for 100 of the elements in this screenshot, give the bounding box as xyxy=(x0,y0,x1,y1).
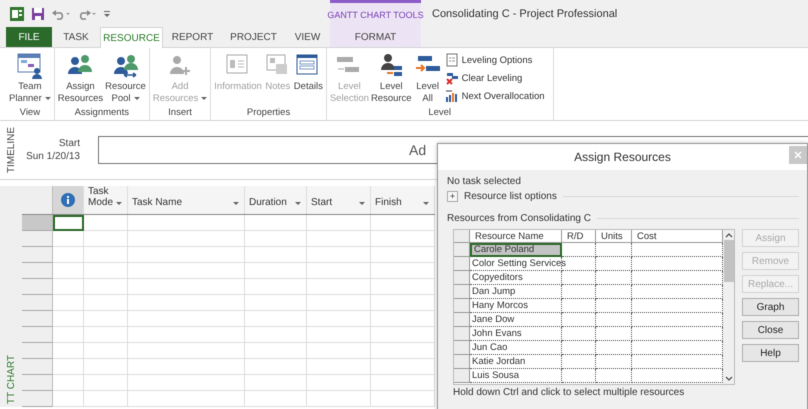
bars-cross-icon xyxy=(444,71,459,85)
row-selector[interactable] xyxy=(454,341,470,355)
ribbon-button[interactable]: Leveling Options xyxy=(444,52,545,68)
selected-cell[interactable] xyxy=(53,215,84,232)
document-icon xyxy=(444,53,459,67)
table-cell[interactable] xyxy=(596,327,632,341)
group-label: Level xyxy=(427,107,452,120)
ribbon-tab[interactable]: PROJECT xyxy=(222,27,285,47)
hint-text: Hold down Ctrl and click to select multiple resources xyxy=(453,387,686,398)
table-cell[interactable] xyxy=(596,271,632,285)
group-label: Properties xyxy=(246,107,292,120)
timeline-hint: Ad xyxy=(409,142,426,158)
ribbon-tab[interactable]: RESOURCE xyxy=(100,27,163,48)
window-title: Consolidating C - Project Professional xyxy=(432,8,618,20)
ribbon-tab[interactable]: FORMAT xyxy=(330,27,421,47)
status-text: No task selected xyxy=(447,175,522,188)
row-header[interactable] xyxy=(22,375,53,392)
row-selector[interactable] xyxy=(454,285,470,299)
table-cell[interactable] xyxy=(596,355,632,369)
table-cell[interactable]: Jane Dow xyxy=(470,313,562,327)
table-cell[interactable]: Hany Morcos xyxy=(470,299,562,313)
row-header[interactable] xyxy=(22,327,53,344)
table-cell[interactable]: Jun Cao xyxy=(470,341,562,355)
ribbon-button[interactable]: Next Overallocation xyxy=(444,88,545,104)
row-selector[interactable] xyxy=(454,257,470,271)
ribbon-tab[interactable]: VIEW xyxy=(285,27,330,47)
row-selector[interactable] xyxy=(454,327,470,341)
table-cell[interactable] xyxy=(562,243,596,257)
table-cell[interactable] xyxy=(562,355,596,369)
row-header[interactable] xyxy=(22,263,53,280)
column-header: R/D xyxy=(562,230,596,243)
timeline-label: TIMELINE xyxy=(6,126,16,174)
ribbon-button[interactable]: Assign Resources xyxy=(56,52,104,105)
undo-icon xyxy=(51,8,71,20)
group-label: Assignments xyxy=(74,107,130,120)
save-icon xyxy=(31,6,45,20)
info-icon xyxy=(61,193,75,208)
start-label: Start xyxy=(58,137,80,150)
column-header[interactable] xyxy=(53,186,84,214)
table-cell[interactable] xyxy=(562,327,596,341)
row-header[interactable] xyxy=(22,311,53,328)
table-cell[interactable]: John Evans xyxy=(470,327,562,341)
section-label[interactable]: Resource list options xyxy=(464,191,557,202)
table-cell[interactable] xyxy=(562,341,596,355)
table-cell[interactable] xyxy=(562,369,596,383)
start-date: Sun 1/20/13 xyxy=(26,150,80,163)
row-header[interactable] xyxy=(22,247,53,264)
row-selector[interactable] xyxy=(454,355,470,369)
scroll-up-icon xyxy=(724,232,732,238)
people-arrows-icon xyxy=(112,52,140,80)
table-cell[interactable] xyxy=(596,285,632,299)
section-label: Resources from Consolidating C xyxy=(447,213,591,224)
group-label: Insert xyxy=(167,107,193,120)
row-selector[interactable] xyxy=(454,313,470,327)
row-selector[interactable] xyxy=(454,299,470,313)
ribbon-button[interactable]: Clear Leveling xyxy=(444,70,545,86)
ribbon-button[interactable]: Level All xyxy=(412,52,443,105)
scroll-down-icon xyxy=(724,376,732,382)
table-cell[interactable]: Copyeditors xyxy=(470,271,562,285)
table-cell[interactable] xyxy=(596,257,632,271)
ribbon-button[interactable]: Details xyxy=(292,52,324,93)
table-cell[interactable]: Dan Jump xyxy=(470,285,562,299)
row-header[interactable] xyxy=(22,391,53,407)
row-selector[interactable] xyxy=(454,243,470,257)
ribbon-button[interactable]: Level Resource xyxy=(370,52,413,105)
table-cell[interactable] xyxy=(562,285,596,299)
table-cell[interactable] xyxy=(562,271,596,285)
expand-button[interactable]: + xyxy=(447,191,458,202)
ribbon-button[interactable]: Resource Pool xyxy=(104,52,147,105)
table-cell[interactable] xyxy=(562,313,596,327)
table-cell[interactable]: Katie Jordan xyxy=(470,355,562,369)
scrollbar-thumb[interactable] xyxy=(724,240,734,282)
ribbon-tab[interactable]: TASK xyxy=(52,27,100,47)
row-header[interactable] xyxy=(22,295,53,312)
row-selector[interactable] xyxy=(454,369,470,383)
dialog-title: Assign Resources xyxy=(574,150,671,164)
table-cell[interactable] xyxy=(596,243,632,257)
view-label: TT CHART xyxy=(6,354,16,404)
table-cell[interactable] xyxy=(596,341,632,355)
file-tab[interactable]: FILE xyxy=(6,27,52,47)
dialog-button[interactable]: Graph xyxy=(742,298,799,316)
table-cell[interactable] xyxy=(562,299,596,313)
dialog-button[interactable]: Help xyxy=(742,344,799,362)
ribbon-tab[interactable]: REPORT xyxy=(163,27,222,47)
row-header[interactable] xyxy=(22,343,53,360)
table-cell[interactable]: Carole Poland xyxy=(470,243,562,257)
table-cell[interactable]: Luis Sousa xyxy=(470,369,562,383)
ribbon-button[interactable]: Team Planner xyxy=(8,52,52,105)
dialog-button[interactable]: Close xyxy=(742,321,799,339)
group-label: View xyxy=(18,107,42,120)
table-cell[interactable] xyxy=(596,299,632,313)
table-cell[interactable] xyxy=(596,369,632,383)
row-header[interactable] xyxy=(22,279,53,296)
app-logo-icon xyxy=(9,6,25,22)
row-header[interactable] xyxy=(22,359,53,376)
table-cell[interactable] xyxy=(596,313,632,327)
column-header: Units xyxy=(596,230,632,243)
scrollbar[interactable] xyxy=(723,230,734,384)
contextual-tab-group-label: GANTT CHART TOOLS xyxy=(327,10,424,20)
row-selector[interactable] xyxy=(454,271,470,285)
